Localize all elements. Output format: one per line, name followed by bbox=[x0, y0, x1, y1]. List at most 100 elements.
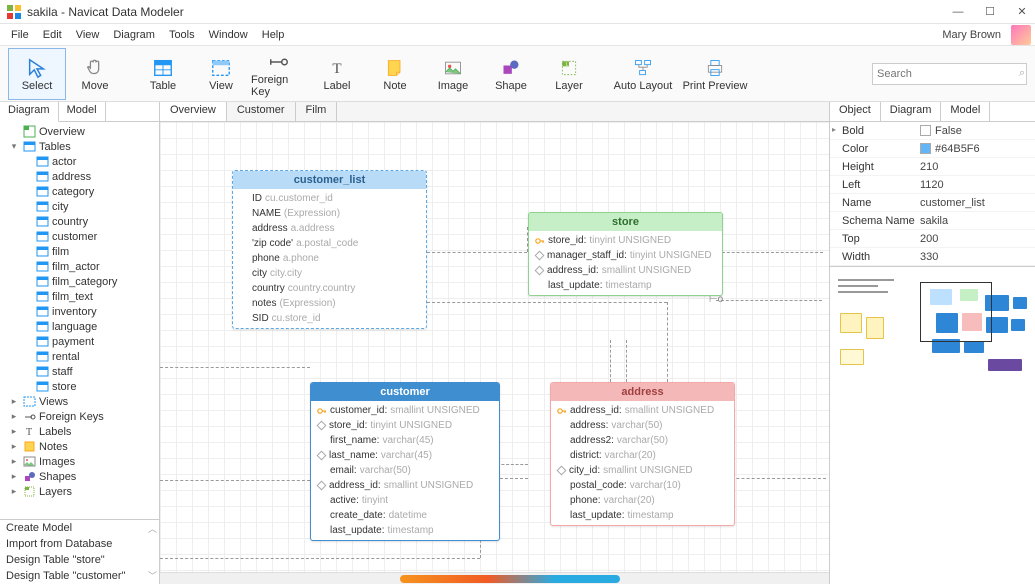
tree[interactable]: Overview ▾Tables actoraddresscategorycit… bbox=[0, 122, 159, 519]
menu-edit[interactable]: Edit bbox=[36, 27, 69, 43]
field-row[interactable]: last_update: timestamp bbox=[533, 278, 718, 293]
field-row[interactable]: address2: varchar(50) bbox=[555, 433, 730, 448]
prop-row-width[interactable]: Width330 bbox=[830, 248, 1035, 266]
field-row[interactable]: email: varchar(50) bbox=[315, 463, 495, 478]
menu-help[interactable]: Help bbox=[255, 27, 292, 43]
entity-customer[interactable]: customer customer_id: smallint UNSIGNEDs… bbox=[310, 382, 500, 541]
canvas-tab-film[interactable]: Film bbox=[296, 102, 338, 121]
tool-layer[interactable]: L Layer bbox=[540, 48, 598, 100]
expand-icon[interactable]: ▸ bbox=[8, 411, 20, 423]
collapse-icon[interactable]: ▾ bbox=[8, 141, 20, 153]
field-row[interactable]: last_update: timestamp bbox=[315, 523, 495, 538]
field-row[interactable]: city city.city bbox=[237, 266, 422, 281]
tree-table-rental[interactable]: rental bbox=[0, 349, 159, 364]
right-tab-diagram[interactable]: Diagram bbox=[881, 102, 942, 121]
field-row[interactable]: first_name: varchar(45) bbox=[315, 433, 495, 448]
right-tab-model[interactable]: Model bbox=[941, 102, 990, 121]
prop-row-schema-name[interactable]: Schema Namesakila bbox=[830, 212, 1035, 230]
menu-tools[interactable]: Tools bbox=[162, 27, 202, 43]
tool-image[interactable]: Image bbox=[424, 48, 482, 100]
search-input[interactable] bbox=[877, 68, 1019, 80]
activity-item[interactable]: Create Model bbox=[0, 520, 159, 536]
field-row[interactable]: ID cu.customer_id bbox=[237, 191, 422, 206]
prop-row-color[interactable]: Color#64B5F6 bbox=[830, 140, 1035, 158]
left-tab-model[interactable]: Model bbox=[59, 102, 106, 121]
entity-store[interactable]: store store_id: tinyint UNSIGNEDmanager_… bbox=[528, 212, 723, 296]
field-row[interactable]: address_id: smallint UNSIGNED bbox=[555, 403, 730, 418]
close-button[interactable]: ✕ bbox=[1015, 5, 1029, 19]
field-row[interactable]: country country.country bbox=[237, 281, 422, 296]
tree-table-film_category[interactable]: film_category bbox=[0, 274, 159, 289]
tool-move[interactable]: Move bbox=[66, 48, 124, 100]
entity-customer-list[interactable]: customer_list ID cu.customer_idNAME (Exp… bbox=[232, 170, 427, 329]
field-row[interactable]: active: tinyint bbox=[315, 493, 495, 508]
tree-group-foreign-keys[interactable]: ▸Foreign Keys bbox=[0, 409, 159, 424]
tree-table-actor[interactable]: actor bbox=[0, 154, 159, 169]
field-row[interactable]: address a.address bbox=[237, 221, 422, 236]
field-row[interactable]: customer_id: smallint UNSIGNED bbox=[315, 403, 495, 418]
tree-tables[interactable]: ▾Tables bbox=[0, 139, 159, 154]
field-row[interactable]: district: varchar(20) bbox=[555, 448, 730, 463]
expand-icon[interactable]: ▸ bbox=[8, 456, 20, 468]
tree-table-customer[interactable]: customer bbox=[0, 229, 159, 244]
menu-file[interactable]: File bbox=[4, 27, 36, 43]
field-row[interactable]: last_update: timestamp bbox=[555, 508, 730, 523]
field-row[interactable]: phone: varchar(20) bbox=[555, 493, 730, 508]
avatar[interactable] bbox=[1011, 25, 1031, 45]
minimize-button[interactable]: ― bbox=[951, 5, 965, 19]
prop-row-bold[interactable]: ▸BoldFalse bbox=[830, 122, 1035, 140]
prop-row-name[interactable]: Namecustomer_list bbox=[830, 194, 1035, 212]
tree-table-film[interactable]: film bbox=[0, 244, 159, 259]
expand-icon[interactable]: ▸ bbox=[8, 471, 20, 483]
tree-table-country[interactable]: country bbox=[0, 214, 159, 229]
menu-window[interactable]: Window bbox=[202, 27, 255, 43]
field-row[interactable]: manager_staff_id: tinyint UNSIGNED bbox=[533, 248, 718, 263]
tree-table-store[interactable]: store bbox=[0, 379, 159, 394]
tree-table-film_text[interactable]: film_text bbox=[0, 289, 159, 304]
tree-table-film_actor[interactable]: film_actor bbox=[0, 259, 159, 274]
tool-label[interactable]: T Label bbox=[308, 48, 366, 100]
field-row[interactable]: SID cu.store_id bbox=[237, 311, 422, 326]
field-row[interactable]: address_id: smallint UNSIGNED bbox=[533, 263, 718, 278]
tool-fk[interactable]: Foreign Key bbox=[250, 48, 308, 100]
prop-row-left[interactable]: Left1120 bbox=[830, 176, 1035, 194]
diagram-canvas[interactable]: ⊢ ⊢o ⊣o ⊣o customer_list ID cu.customer_… bbox=[160, 122, 829, 572]
tree-group-notes[interactable]: ▸Notes bbox=[0, 439, 159, 454]
canvas-hscroll[interactable] bbox=[160, 572, 829, 584]
field-row[interactable]: NAME (Expression) bbox=[237, 206, 422, 221]
tree-group-layers[interactable]: ▸Layers bbox=[0, 484, 159, 499]
tree-group-views[interactable]: ▸Views bbox=[0, 394, 159, 409]
expand-icon[interactable]: ▸ bbox=[8, 486, 20, 498]
tool-select[interactable]: Select bbox=[8, 48, 66, 100]
expand-icon[interactable]: ▸ bbox=[8, 441, 20, 453]
field-row[interactable]: store_id: tinyint UNSIGNED bbox=[315, 418, 495, 433]
canvas-tab-customer[interactable]: Customer bbox=[227, 102, 296, 121]
field-row[interactable]: address_id: smallint UNSIGNED bbox=[315, 478, 495, 493]
tool-note[interactable]: Note bbox=[366, 48, 424, 100]
tree-table-inventory[interactable]: inventory bbox=[0, 304, 159, 319]
entity-address[interactable]: address address_id: smallint UNSIGNEDadd… bbox=[550, 382, 735, 526]
tree-table-address[interactable]: address bbox=[0, 169, 159, 184]
field-row[interactable]: postal_code: varchar(10) bbox=[555, 478, 730, 493]
activity-item[interactable]: Design Table "customer" bbox=[0, 568, 159, 584]
tool-printpreview[interactable]: Print Preview bbox=[678, 48, 752, 100]
tree-table-category[interactable]: category bbox=[0, 184, 159, 199]
tree-table-staff[interactable]: staff bbox=[0, 364, 159, 379]
scroll-up-icon[interactable]: ︿ bbox=[148, 522, 157, 535]
field-row[interactable]: create_date: datetime bbox=[315, 508, 495, 523]
field-row[interactable]: city_id: smallint UNSIGNED bbox=[555, 463, 730, 478]
tree-table-language[interactable]: language bbox=[0, 319, 159, 334]
field-row[interactable]: phone a.phone bbox=[237, 251, 422, 266]
field-row[interactable]: address: varchar(50) bbox=[555, 418, 730, 433]
tool-autolayout[interactable]: Auto Layout bbox=[608, 48, 678, 100]
field-row[interactable]: store_id: tinyint UNSIGNED bbox=[533, 233, 718, 248]
minimap[interactable] bbox=[830, 266, 1035, 584]
canvas-tab-overview[interactable]: Overview bbox=[160, 102, 227, 121]
tree-overview[interactable]: Overview bbox=[0, 124, 159, 139]
scroll-down-icon[interactable]: ﹀ bbox=[148, 569, 157, 582]
tree-group-shapes[interactable]: ▸Shapes bbox=[0, 469, 159, 484]
menu-diagram[interactable]: Diagram bbox=[106, 27, 162, 43]
tool-shape[interactable]: Shape bbox=[482, 48, 540, 100]
user-name[interactable]: Mary Brown bbox=[936, 27, 1007, 43]
field-row[interactable]: notes (Expression) bbox=[237, 296, 422, 311]
